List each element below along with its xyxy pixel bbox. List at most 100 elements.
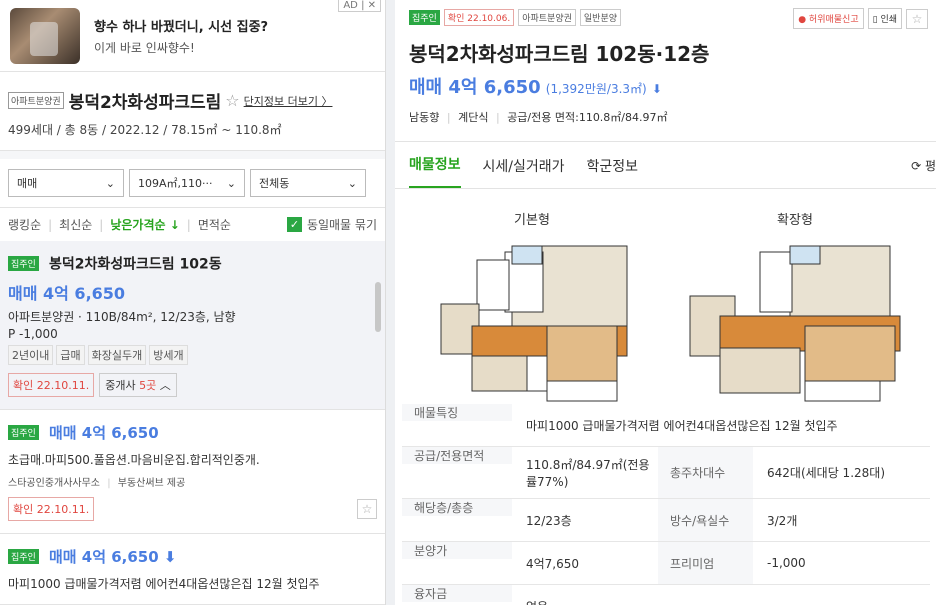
- complex-name: 봉덕2차화성파크드림: [68, 93, 222, 113]
- detail-meta: 남동향 | 계단식 | 공급/전용 면적:110.8㎡/84.97㎡: [409, 111, 668, 124]
- tab-price-history[interactable]: 시세/실거래가: [483, 156, 565, 188]
- agents-toggle-button[interactable]: 중개사 5곳 ︿: [99, 372, 177, 397]
- info-value: 3/2개: [767, 513, 798, 528]
- info-value: 110.8㎡/84.97㎡(전용률77%): [526, 457, 650, 489]
- sort-latest[interactable]: 최신순: [59, 216, 92, 233]
- table-row: 분양가 4억7,650 프리미엄 -1,000: [402, 542, 930, 585]
- floor-plan-drawing: [440, 245, 628, 402]
- agents-label: 중개사: [105, 378, 140, 392]
- listing-chip: 방세개: [149, 344, 188, 365]
- scrollbar[interactable]: [375, 282, 381, 332]
- info-value: -1,000: [767, 556, 806, 570]
- info-value: 12/23층: [526, 513, 572, 528]
- sort-ranking[interactable]: 랭킹순: [8, 216, 41, 233]
- listing-item[interactable]: 집주인 매매 4억 6,650 초급매.마피500.풀옵션.마음비운집.합리적인…: [0, 409, 385, 534]
- sale-kind-tag: 일반분양: [579, 9, 622, 26]
- listing-item[interactable]: 집주인 매매 4억 6,650 ⬇ 마피1000 급매물가격저렴 에어컨4대옵션…: [0, 533, 385, 605]
- listing-price: 매매 4억 6,650: [8, 283, 126, 303]
- sort-area[interactable]: 면적순: [198, 216, 231, 233]
- chevron-down-icon: ⌄: [347, 176, 357, 190]
- ad-close-badge[interactable]: AD | ✕: [338, 0, 381, 12]
- info-value: 4억7,650: [526, 556, 580, 571]
- complex-type-tag: 아파트분양권: [8, 92, 64, 109]
- info-key: 방수/욕실수: [658, 499, 753, 541]
- confirm-date-badge: 확인 22.10.11.: [8, 496, 95, 521]
- filter-bar: 매매 ⌄ 109A㎡,110··· ⌄ 전체동 ⌄: [0, 159, 385, 208]
- print-button[interactable]: ▯ 인쇄: [867, 8, 902, 29]
- report-icon: ●: [798, 15, 807, 25]
- listing-premium: P -1,000: [8, 326, 58, 341]
- area-label: 109A㎡,110···: [138, 177, 213, 190]
- listing-desc: 아파트분양권 · 110B/84m², 12/23층, 남향: [8, 309, 236, 324]
- info-key: 융자금: [402, 585, 512, 602]
- detail-title: 봉덕2차화성파크드림 102동·12층: [409, 42, 710, 66]
- confirm-date-badge: 확인 22.10.06.: [443, 9, 515, 26]
- panel-divider: [386, 0, 395, 605]
- checkbox-check-icon: ✓: [286, 217, 302, 232]
- listing-item[interactable]: 집주인 봉덕2차화성파크드림 102동 매매 4억 6,650 아파트분양권 ·…: [0, 241, 385, 410]
- listing-info-table: 매물특징 마피1000 급매물가격저렴 에어컨4대옵션많은집 12월 첫입주 공…: [402, 404, 930, 605]
- listing-title[interactable]: 봉덕2차화성파크드림 102동: [49, 257, 222, 273]
- chevron-up-icon: ︿: [156, 378, 171, 392]
- print-label: 인쇄: [880, 15, 897, 25]
- complex-more-link[interactable]: 단지정보 더보기 〉: [244, 93, 333, 109]
- group-same-label: 동일매물 묶기: [306, 218, 377, 232]
- agent-office: 스타공인중개사사무소: [8, 477, 100, 489]
- ad-subtitle[interactable]: 이게 바로 인싸향수!: [94, 39, 268, 56]
- property-type-tag: 아파트분양권: [518, 9, 576, 26]
- area-select[interactable]: 109A㎡,110··· ⌄: [129, 169, 245, 197]
- favorite-star-icon[interactable]: ☆: [225, 91, 239, 110]
- agents-count: 5곳: [139, 378, 157, 392]
- owner-badge: 집주인: [8, 256, 39, 271]
- favorite-star-icon[interactable]: ☆: [357, 498, 377, 519]
- detail-area: 공급/전용 면적:110.8㎡/84.97㎡: [507, 111, 668, 124]
- tab-listing-info[interactable]: 매물정보: [409, 154, 461, 188]
- table-row: 공급/전용면적 110.8㎡/84.97㎡(전용률77%) 총주차대수 642대…: [402, 447, 930, 499]
- chevron-down-icon: ⌄: [226, 176, 236, 190]
- info-key: 프리미엄: [658, 542, 753, 584]
- unit-toggle-button[interactable]: ⟳ 평: [911, 157, 936, 188]
- table-row: 융자금 없음: [402, 585, 930, 605]
- ad-title[interactable]: 향수 하나 바꿨더니, 시선 집중?: [94, 16, 268, 35]
- info-key: 해당층/총층: [402, 499, 512, 516]
- group-same-checkbox[interactable]: ✓ 동일매물 묶기: [286, 216, 377, 233]
- floor-plan-basic[interactable]: 기본형: [417, 209, 647, 410]
- listing-desc: 초급매.마피500.풀옵션.마음비운집.합리적인중개.: [8, 452, 260, 467]
- owner-badge: 집주인: [8, 548, 39, 564]
- info-key: 공급/전용면적: [402, 447, 512, 464]
- floor-plans: 기본형 확장형: [395, 189, 936, 404]
- sort-low-price[interactable]: 낮은가격순 ↓: [110, 216, 179, 233]
- price-down-arrow-icon: ⬇: [651, 82, 662, 96]
- floor-plan-extended[interactable]: 확장형: [680, 209, 910, 410]
- building-label: 전체동: [259, 177, 290, 190]
- table-row: 매물특징 마피1000 급매물가격저렴 에어컨4대옵션많은집 12월 첫입주: [402, 404, 930, 447]
- listing-chip: 화장실두개: [87, 344, 147, 365]
- favorite-star-icon[interactable]: ☆: [906, 8, 928, 29]
- info-value: 마피1000 급매물가격저렴 에어컨4대옵션많은집 12월 첫입주: [526, 418, 838, 433]
- floor-plan-title: 기본형: [514, 213, 550, 228]
- complex-meta: 499세대 / 총 8동 / 2022.12 / 78.15㎡ ~ 110.8㎡: [8, 123, 282, 137]
- floor-plan-drawing: [689, 245, 901, 402]
- chevron-down-icon: ⌄: [105, 176, 115, 190]
- detail-panel: 집주인 확인 22.10.06. 아파트분양권 일반분양 ● 허위매물신고 ▯ …: [395, 0, 936, 605]
- ad-image[interactable]: [10, 7, 80, 64]
- confirm-date-badge: 확인 22.10.11.: [8, 372, 95, 397]
- report-button[interactable]: ● 허위매물신고: [793, 8, 864, 29]
- listing-price: 매매 4억 6,650: [48, 423, 159, 442]
- trade-type-select[interactable]: 매매 ⌄: [8, 169, 124, 197]
- tab-school-info[interactable]: 학군정보: [587, 156, 639, 188]
- info-value: 없음: [512, 598, 548, 605]
- listing-source: 부동산써브 제공: [117, 477, 186, 489]
- report-label: 허위매물신고: [808, 15, 859, 25]
- info-value: 642대(세대당 1.28대): [767, 466, 886, 480]
- building-select[interactable]: 전체동 ⌄: [250, 169, 366, 197]
- detail-direction: 남동향: [409, 111, 440, 124]
- ad-banner[interactable]: 향수 하나 바꿨더니, 시선 집중? 이게 바로 인싸향수! AD | ✕: [0, 0, 385, 72]
- print-icon: ▯: [872, 15, 878, 25]
- listing-panel: 향수 하나 바꿨더니, 시선 집중? 이게 바로 인싸향수! AD | ✕ 아파…: [0, 0, 386, 605]
- listing-chip: 급매: [56, 344, 85, 365]
- detail-tabs: 매물정보 시세/실거래가 학군정보 ⟳ 평: [395, 141, 936, 189]
- complex-info: 아파트분양권 봉덕2차화성파크드림 ☆ 단지정보 더보기 〉 499세대 / 총…: [0, 72, 385, 151]
- detail-price: 매매 4억 6,650 (1,392만원/3.3㎡) ⬇: [395, 73, 936, 99]
- listing-desc: 마피1000 급매물가격저렴 에어컨4대옵션많은집 12월 첫입주: [8, 576, 320, 591]
